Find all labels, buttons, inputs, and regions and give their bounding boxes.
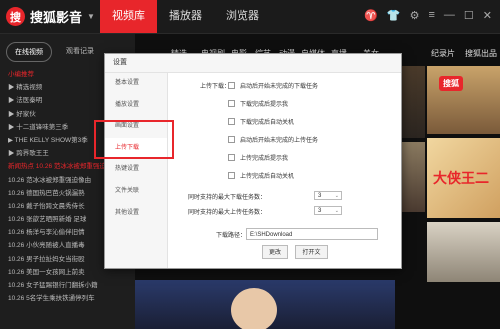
poster-title: 大侠王二: [433, 171, 489, 187]
top-nav: 视频库 播放器 浏览器: [100, 0, 271, 33]
checkbox[interactable]: [228, 172, 235, 179]
top-bar: 搜 搜狐影音 ▼ 视频库 播放器 浏览器 ♈ 👕 ⚙ ≡ — ☐ ✕: [0, 0, 500, 34]
checkbox[interactable]: [228, 82, 235, 89]
option-label: 上传完成后提示我: [240, 156, 289, 162]
video-thumbnail[interactable]: 搜狐: [427, 66, 500, 134]
option-label: 启动后开始未完成的上传任务: [240, 138, 319, 144]
checkbox[interactable]: [228, 136, 235, 143]
select-value: 3: [318, 208, 322, 214]
settings-nav-file-association[interactable]: 文件关联: [105, 181, 167, 203]
window-controls: ♈ 👕 ⚙ ≡ — ☐ ✕: [364, 9, 492, 22]
highlight-box: [94, 120, 174, 159]
video-poster[interactable]: 大侠王二: [427, 138, 500, 218]
minimize-icon[interactable]: —: [444, 9, 455, 22]
dialog-title: 设置: [105, 54, 401, 73]
nav-player[interactable]: 播放器: [157, 0, 214, 33]
app-logo[interactable]: 搜 搜狐影音 ▼: [6, 7, 95, 26]
user-icon[interactable]: ♈: [364, 9, 378, 22]
option-label: 启动后开始未完成的下载任务: [240, 84, 319, 90]
checkbox[interactable]: [228, 154, 235, 161]
app-name: 搜狐影音: [30, 10, 83, 25]
video-thumbnail[interactable]: [135, 280, 395, 329]
option-upload-shutdown[interactable]: 上传完成后自动关机: [228, 171, 294, 180]
option-resume-upload[interactable]: 启动后开始未完成的上传任务: [228, 135, 318, 144]
max-download-label: 同时支持的最大下载任务数：: [188, 195, 267, 201]
option-download-shutdown[interactable]: 下载完成后自动关机: [228, 117, 294, 126]
chevron-down-icon[interactable]: ▼: [87, 12, 95, 21]
maximize-icon[interactable]: ☐: [464, 9, 474, 22]
checkbox[interactable]: [228, 118, 235, 125]
download-path-field[interactable]: E:\SHDownload: [246, 228, 378, 240]
thumbnail-figure: [231, 288, 277, 329]
chevron-down-icon: ⌄: [334, 193, 339, 199]
settings-nav-basic[interactable]: 基本设置: [105, 73, 167, 95]
max-upload-select[interactable]: 3 ⌄: [314, 206, 342, 215]
select-value: 3: [318, 193, 322, 199]
settings-nav-hotkeys[interactable]: 热键设置: [105, 159, 167, 181]
nav-browser[interactable]: 浏览器: [214, 0, 271, 33]
sidebar-item[interactable]: 10.26 女子猛踢银行门翻拆小籍: [0, 279, 135, 292]
option-download-notify[interactable]: 下载完成后提示我: [228, 99, 288, 108]
option-label: 上传完成后自动关机: [240, 174, 295, 180]
section-label: 上传下载：: [199, 84, 230, 90]
gear-icon[interactable]: ⚙: [410, 9, 420, 22]
option-label: 下载完成后提示我: [240, 102, 289, 108]
settings-nav: 基本设置 播放设置 画面设置 上传下载 热键设置 文件关联 其他设置: [105, 73, 168, 268]
tab-watch-history[interactable]: 观看记录: [58, 42, 102, 62]
option-resume-download[interactable]: 启动后开始未完成的下载任务: [228, 81, 318, 90]
checkbox[interactable]: [228, 100, 235, 107]
tab-online-video[interactable]: 在线视频: [6, 42, 52, 62]
option-label: 下载完成后自动关机: [240, 120, 295, 126]
close-icon[interactable]: ✕: [483, 9, 492, 22]
category-item[interactable]: 纪录片: [431, 48, 455, 59]
option-upload-notify[interactable]: 上传完成后提示我: [228, 153, 288, 162]
settings-dialog: 设置 基本设置 播放设置 画面设置 上传下载 热键设置 文件关联 其他设置 上传…: [104, 53, 402, 269]
max-download-select[interactable]: 3 ⌄: [314, 191, 342, 200]
menu-icon[interactable]: ≡: [428, 9, 434, 22]
app-window: 搜 搜狐影音 ▼ 视频库 播放器 浏览器 ♈ 👕 ⚙ ≡ — ☐ ✕ 在线视频 …: [0, 0, 500, 329]
settings-nav-other[interactable]: 其他设置: [105, 203, 167, 225]
category-item[interactable]: 搜狐出品: [465, 48, 497, 59]
open-folder-button[interactable]: 打开文: [295, 245, 328, 259]
dialog-body: 基本设置 播放设置 画面设置 上传下载 热键设置 文件关联 其他设置 上传下载：…: [105, 73, 401, 268]
sidebar-item[interactable]: 10.26 5名学生乘扶铁通停列车: [0, 292, 135, 305]
video-thumbnail[interactable]: [427, 222, 500, 282]
settings-nav-playback[interactable]: 播放设置: [105, 95, 167, 117]
nav-video-library[interactable]: 视频库: [100, 0, 157, 33]
max-upload-label: 同时支持的最大上传任务数：: [188, 210, 267, 216]
logo-icon: 搜: [6, 7, 25, 26]
skin-icon[interactable]: 👕: [387, 9, 401, 22]
download-path-label: 下载路径：: [216, 233, 247, 239]
chevron-down-icon: ⌄: [334, 208, 339, 214]
settings-panel: 上传下载： 启动后开始未完成的下载任务 下载完成后提示我 下载完成后自动关机 启…: [168, 73, 401, 268]
sohu-badge: 搜狐: [439, 76, 463, 91]
change-path-button[interactable]: 更改: [262, 245, 288, 259]
